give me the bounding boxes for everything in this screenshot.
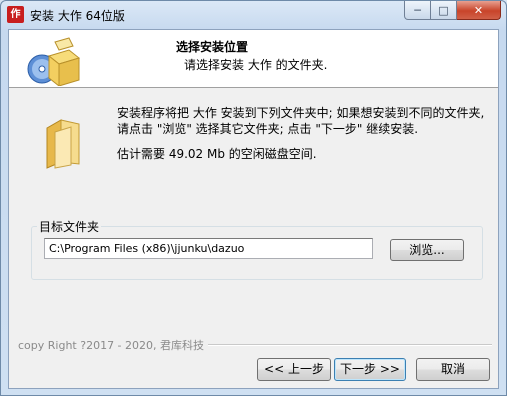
dialog-client-area: 选择安装位置 请选择安装 大作 的文件夹. 安装程序将把 大作 安装到下列文件夹… [8,29,499,389]
minimize-icon: ─ [414,3,421,17]
maximize-button[interactable]: □ [431,1,457,20]
title-bar[interactable]: 作 安装 大作 64位版 ─ □ ✕ [1,1,506,29]
install-description: 安装程序将把 大作 安装到下列文件夹中; 如果想安装到不同的文件夹, 请点击 "… [117,106,485,136]
page-title: 选择安装位置 [176,40,249,54]
minimize-button[interactable]: ─ [404,1,431,20]
next-button[interactable]: 下一步 >> [334,358,406,381]
space-required-text: 估计需要 49.02 Mb 的空闲磁盘空间. [117,147,317,161]
maximize-icon: □ [438,3,449,17]
setup-box-cd-icon [27,37,81,86]
copyright-text: copy Right ?2017 - 2020, 君库科技 [18,337,209,353]
page-subtitle: 请选择安装 大作 的文件夹. [184,58,328,72]
close-icon: ✕ [473,3,484,17]
wizard-header: 选择安装位置 请选择安装 大作 的文件夹. [9,30,498,88]
folder-icon [46,119,80,169]
install-path-input[interactable]: C:\Program Files (x86)\jjunku\dazuo [44,238,373,259]
cancel-button[interactable]: 取消 [416,358,490,381]
browse-button[interactable]: 浏览... [390,239,464,261]
back-button[interactable]: << 上一步 [257,358,331,381]
destination-folder-label: 目标文件夹 [37,218,102,235]
installer-window: 作 安装 大作 64位版 ─ □ ✕ 选择安装位置 请选择安装 大作 的文件夹. [0,0,507,396]
window-title: 安装 大作 64位版 [30,9,125,23]
app-icon: 作 [7,6,24,23]
close-button[interactable]: ✕ [457,1,501,20]
caption-buttons: ─ □ ✕ [404,1,501,21]
